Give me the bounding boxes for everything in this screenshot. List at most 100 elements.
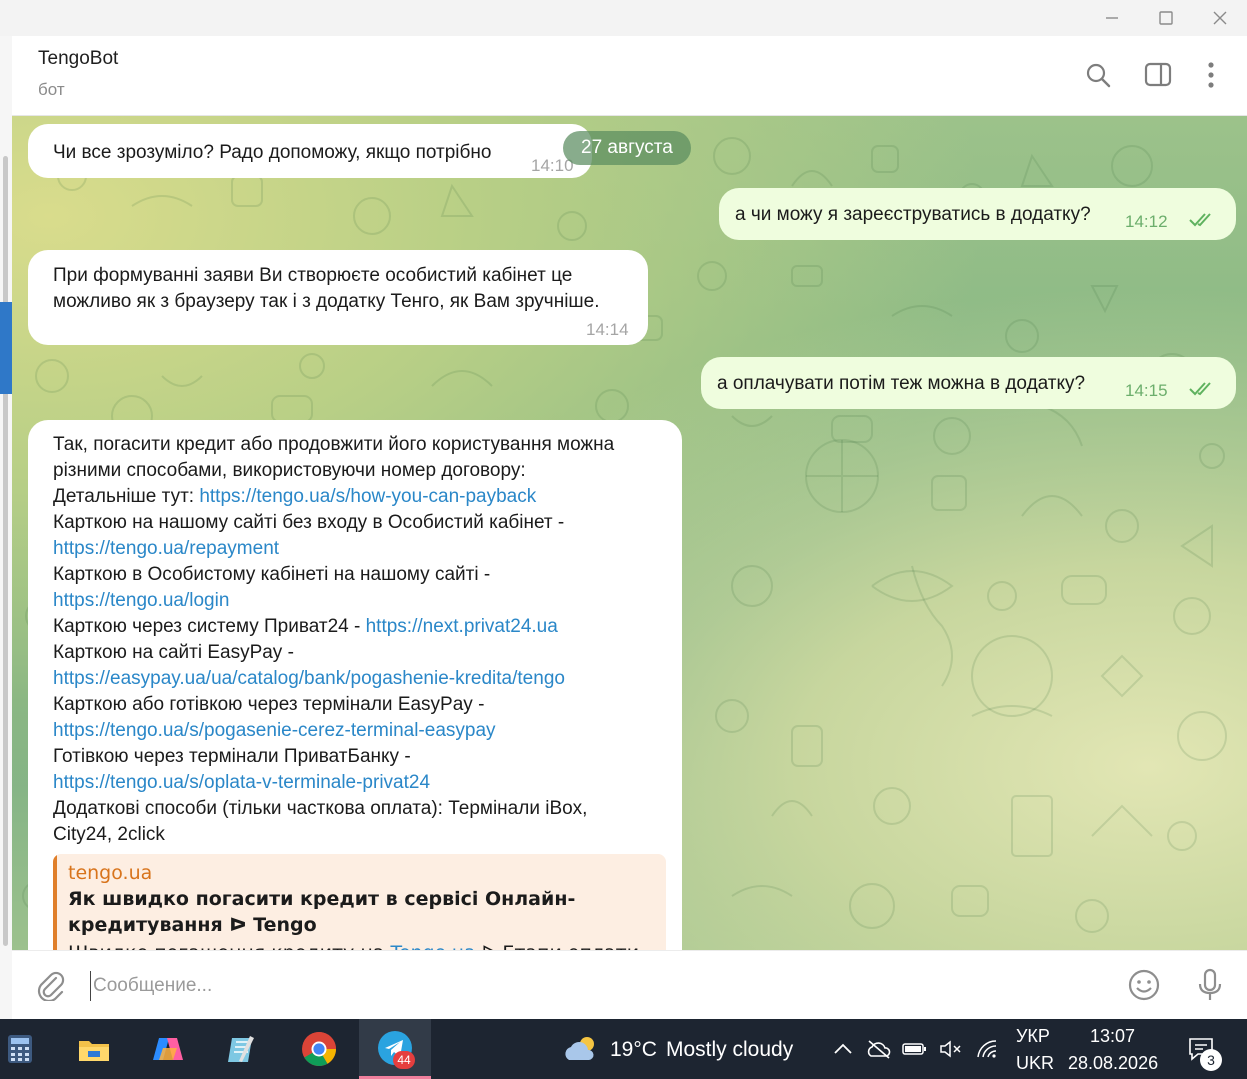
volume-tray[interactable]	[936, 1019, 966, 1079]
message-time: 14:15	[1125, 381, 1168, 400]
input-language[interactable]: УКР	[1016, 1026, 1050, 1047]
clock-time[interactable]: 13:07	[1090, 1026, 1135, 1047]
message-text: а оплачувати потім теж можна в додатку?	[717, 373, 1086, 394]
message-text-line: City24, 2click	[53, 824, 165, 845]
minimize-icon	[1106, 17, 1118, 19]
preview-desc-text: Швидке погашення кредиту на	[68, 942, 390, 950]
weather-temperature: 19°C	[610, 1038, 657, 1061]
chat-list-edge	[0, 36, 12, 1019]
preview-accent-bar	[53, 854, 57, 950]
message-time: 14:12	[1125, 212, 1168, 231]
copilot-app[interactable]	[140, 1019, 196, 1079]
message-text-line: Додаткові способи (тільки часткова оплат…	[53, 798, 588, 819]
maximize-button[interactable]	[1138, 0, 1194, 36]
message-text-line: різними способами, використовуючи номер …	[53, 460, 526, 481]
weather-condition: Mostly cloudy	[666, 1038, 794, 1061]
notifications-button[interactable]: 3	[1178, 1019, 1224, 1079]
message-text-line: https://tengo.ua/login	[53, 588, 614, 614]
message-input[interactable]	[90, 971, 790, 1001]
clock-date[interactable]: 28.08.2026	[1068, 1053, 1158, 1074]
battery-tray[interactable]	[900, 1019, 930, 1079]
read-receipt-icon	[1189, 213, 1211, 227]
close-icon	[1213, 11, 1227, 25]
notification-count-badge: 3	[1200, 1049, 1222, 1071]
easypay-terminal-link[interactable]: https://tengo.ua/s/pogasenie-cerez-termi…	[53, 720, 496, 741]
sidebar-toggle-button[interactable]	[1141, 58, 1175, 92]
active-chat-indicator	[0, 302, 12, 394]
message-body: Так, погасити кредит або продовжити його…	[53, 432, 614, 848]
message-time: 14:14	[586, 320, 629, 339]
preview-desc-link[interactable]: Tengo.ua	[390, 942, 475, 950]
cloud-offline-icon	[867, 1040, 891, 1059]
composer	[12, 950, 1247, 1019]
message-text-line: https://tengo.ua/repayment	[53, 536, 614, 562]
chrome-icon	[302, 1032, 336, 1066]
smiley-icon	[1128, 969, 1160, 1001]
search-button[interactable]	[1081, 58, 1115, 92]
message-bubble-outgoing[interactable]: а чи можу я зареєструватись в додатку? 1…	[719, 188, 1236, 240]
repayment-link[interactable]: https://tengo.ua/repayment	[53, 538, 279, 559]
privat24-link[interactable]: https://next.privat24.ua	[366, 616, 558, 637]
cloud-sun-icon	[565, 1037, 594, 1060]
attach-button[interactable]	[32, 967, 68, 1003]
network-tray[interactable]	[972, 1019, 1002, 1079]
file-explorer-app[interactable]	[66, 1019, 122, 1079]
voice-message-button[interactable]	[1192, 967, 1228, 1003]
notebook-icon	[228, 1036, 254, 1062]
message-text-line: https://easypay.ua/ua/catalog/bank/pogas…	[53, 666, 614, 692]
emoji-button[interactable]	[1126, 967, 1162, 1003]
login-link[interactable]: https://tengo.ua/login	[53, 590, 229, 611]
message-text: а чи можу я зареєструватись в додатку?	[735, 204, 1091, 225]
message-text-line: можливо як з браузеру так і з додатку Те…	[53, 291, 600, 312]
taskbar: 44 19°C Mostly cloudy УКР UKR 13:07 28.0…	[0, 1019, 1247, 1079]
chrome-app[interactable]	[290, 1019, 348, 1079]
link-preview[interactable]: tengo.ua Як швидко погасити кредит в сер…	[53, 854, 666, 950]
chat-title: TengoBot	[38, 48, 119, 69]
easypay-link[interactable]: https://easypay.ua/ua/catalog/bank/pogas…	[53, 668, 565, 689]
search-icon	[1086, 63, 1111, 88]
chevron-up-icon	[834, 1043, 852, 1054]
window-titlebar	[0, 0, 1247, 36]
calculator-app[interactable]	[0, 1019, 40, 1079]
notes-app[interactable]	[214, 1019, 270, 1079]
close-window-button[interactable]	[1192, 0, 1247, 36]
unread-badge: 44	[393, 1051, 415, 1069]
message-bubble-incoming[interactable]: При формуванні заяви Ви створюєте особис…	[28, 250, 648, 345]
message-text-line: Детальніше тут: https://tengo.ua/s/how-y…	[53, 484, 614, 510]
message-text-line: Карткою на нашому сайті без входу в Особ…	[53, 512, 565, 533]
message-list[interactable]: Чи все зрозуміло? Радо допоможу, якщо по…	[12, 116, 1247, 950]
line-text: Детальніше тут:	[53, 486, 200, 507]
message-bubble-outgoing[interactable]: а оплачувати потім теж можна в додатку? …	[701, 357, 1236, 409]
line-text: Карткою через систему Приват24 -	[53, 616, 366, 637]
message-text-line: Карткою або готівкою через термінали Eas…	[53, 694, 485, 715]
preview-site-name: tengo.ua	[68, 862, 153, 884]
microphone-icon	[1198, 968, 1222, 1000]
sidebar-panel-icon	[1144, 62, 1172, 87]
message-text-line: При формуванні заяви Ви створюєте особис…	[53, 265, 573, 286]
more-options-button[interactable]	[1194, 58, 1228, 92]
preview-title: Як швидко погасити кредит в сервісі Онла…	[68, 888, 576, 936]
chat-header[interactable]: TengoBot бот	[12, 36, 1247, 116]
read-receipt-icon	[1189, 382, 1211, 396]
message-bubble-incoming[interactable]: Чи все зрозуміло? Радо допоможу, якщо по…	[28, 124, 592, 178]
wifi-icon	[977, 1040, 997, 1058]
keyboard-layout[interactable]: UKR	[1016, 1053, 1054, 1074]
cloud-sync-tray[interactable]	[864, 1019, 894, 1079]
minimize-button[interactable]	[1084, 0, 1140, 36]
privat-terminal-link[interactable]: https://tengo.ua/s/oplata-v-terminale-pr…	[53, 772, 430, 793]
message-text: Чи все зрозуміло? Радо допоможу, якщо по…	[53, 142, 492, 163]
preview-desc-text: ᐅ Етапи оплати	[476, 942, 639, 950]
calculator-icon	[8, 1035, 32, 1063]
preview-description: Швидке погашення кредиту на Tengo.ua ᐅ Е…	[68, 940, 666, 950]
message-text-line: Так, погасити кредит або продовжити його…	[53, 434, 615, 455]
battery-icon	[902, 1043, 926, 1055]
paperclip-icon	[37, 971, 65, 1001]
telegram-app[interactable]: 44	[359, 1019, 431, 1079]
volume-muted-icon	[940, 1040, 961, 1058]
copilot-icon	[153, 1038, 183, 1060]
message-text-line: https://tengo.ua/s/oplata-v-terminale-pr…	[53, 770, 614, 796]
payback-link[interactable]: https://tengo.ua/s/how-you-can-payback	[199, 486, 536, 507]
scrollbar[interactable]	[3, 156, 8, 946]
weather-widget[interactable]	[560, 1019, 602, 1079]
show-hidden-icons-button[interactable]	[828, 1019, 858, 1079]
